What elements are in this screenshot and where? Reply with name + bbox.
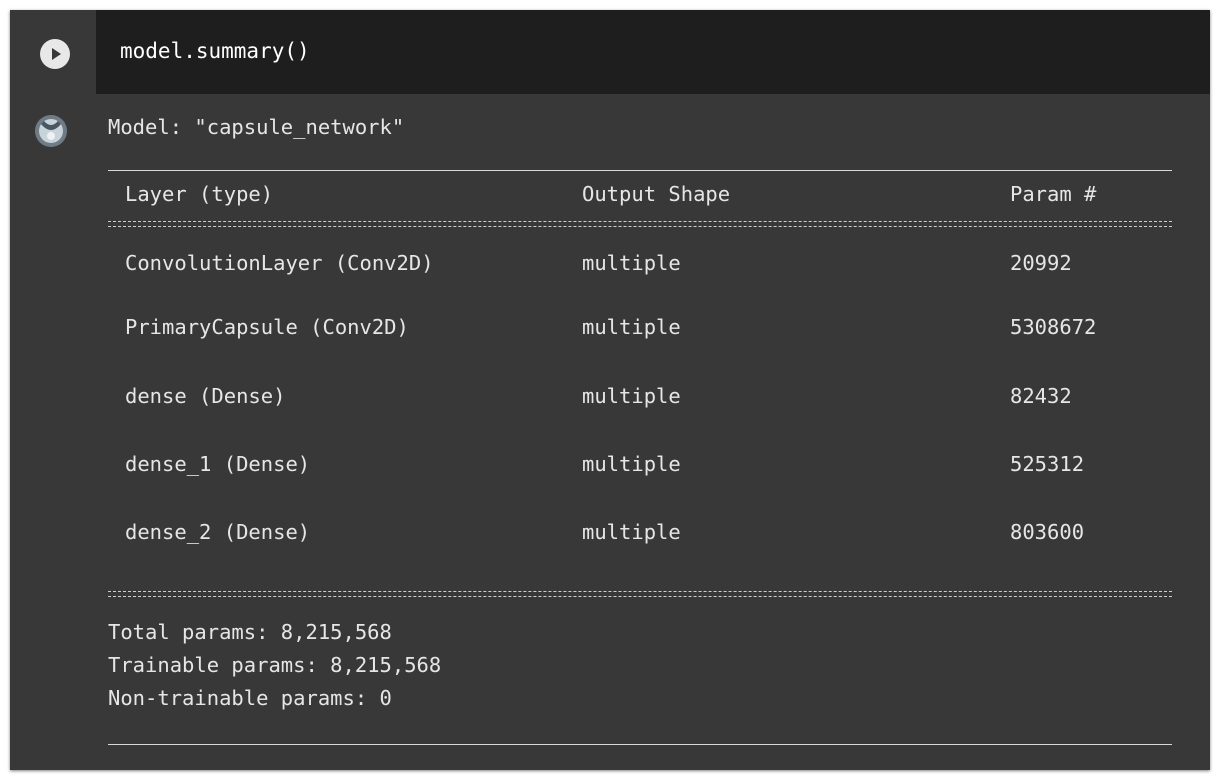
output-shape: multiple (582, 251, 681, 275)
param-count: 525312 (1010, 452, 1085, 476)
code-input-row: model.summary() (10, 10, 1210, 94)
header-layer-type: Layer (type) (125, 182, 274, 206)
output-shape: multiple (582, 315, 681, 339)
layer-name: ConvolutionLayer (Conv2D) (125, 251, 434, 275)
layer-name: dense_2 (Dense) (125, 520, 311, 544)
output-shape: multiple (582, 384, 681, 408)
code-text: model.summary() (120, 39, 310, 63)
model-title: Model: "capsule_network" (108, 115, 405, 139)
footer-separator (108, 590, 1172, 599)
run-cell-button[interactable] (40, 39, 70, 69)
layer-name: dense_1 (Dense) (125, 452, 311, 476)
param-count: 82432 (1010, 384, 1072, 408)
layer-name: PrimaryCapsule (Conv2D) (125, 315, 409, 339)
play-icon (52, 48, 61, 60)
output-shape: multiple (582, 452, 681, 476)
layer-name: dense (Dense) (125, 384, 286, 408)
code-editor[interactable]: model.summary() (96, 10, 1210, 94)
bottom-divider (108, 744, 1172, 745)
header-separator (108, 220, 1172, 229)
output-avatar-icon (35, 115, 67, 147)
output-shape: multiple (582, 520, 681, 544)
param-count: 803600 (1010, 520, 1085, 544)
total-params: Total params: 8,215,568 (108, 620, 392, 644)
top-divider (108, 170, 1172, 171)
non-trainable-params: Non-trainable params: 0 (108, 686, 392, 710)
header-param-count: Param # (1010, 182, 1097, 206)
param-count: 5308672 (1010, 315, 1097, 339)
param-count: 20992 (1010, 251, 1072, 275)
notebook-cell: model.summary() Model: "capsule_network"… (10, 10, 1210, 770)
trainable-params: Trainable params: 8,215,568 (108, 653, 442, 677)
header-output-shape: Output Shape (582, 182, 731, 206)
